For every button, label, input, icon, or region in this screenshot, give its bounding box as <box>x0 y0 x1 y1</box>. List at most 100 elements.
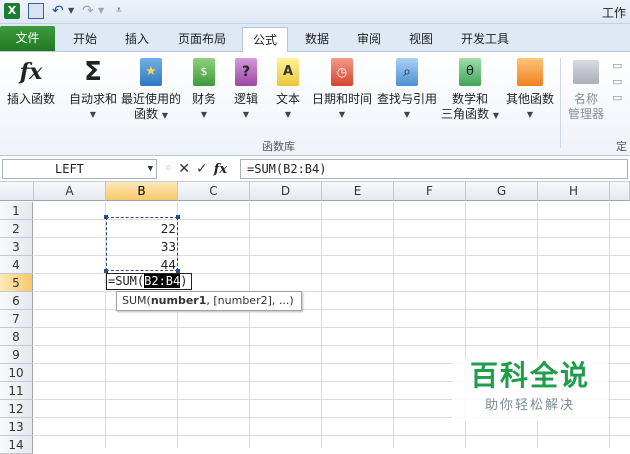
tab-developer[interactable]: 开发工具 <box>450 27 520 52</box>
lookup-reference-button[interactable]: ⌕ 查找与引用 ▼ <box>376 56 438 122</box>
column-header-partial[interactable] <box>610 182 630 201</box>
row-header-10[interactable]: 10 <box>0 364 33 382</box>
row-header-12[interactable]: 12 <box>0 400 33 418</box>
tab-file[interactable]: 文件 <box>0 26 55 51</box>
financial-button[interactable]: $ 财务 ▼ <box>186 56 222 122</box>
name-box-value: LEFT <box>55 162 84 176</box>
row-header-1[interactable]: 1 <box>0 202 33 220</box>
row-header-3[interactable]: 3 <box>0 238 33 256</box>
tab-review[interactable]: 审阅 <box>346 27 392 52</box>
date-time-button[interactable]: ◷ 日期和时间 ▼ <box>310 56 374 122</box>
tooltip-args-rest: , [number2], ...) <box>206 294 294 307</box>
text-label: 文本 <box>275 92 300 106</box>
tab-view[interactable]: 视图 <box>398 27 444 52</box>
tab-data[interactable]: 数据 <box>294 27 340 52</box>
chevron-down-icon: ▼ <box>242 110 250 119</box>
group-label-function-library: 函数库 <box>262 140 295 153</box>
watermark-title: 百科全说 <box>469 359 590 392</box>
name-manager-label-2: 管理器 <box>567 107 604 121</box>
row-header-11[interactable]: 11 <box>0 382 33 400</box>
date-time-label: 日期和时间 <box>311 92 372 106</box>
column-header-g[interactable]: G <box>466 182 538 201</box>
ribbon-formulas: fx 插入函数 Σ 自动求和 ▼ ★ 最近使用的 函数 ▼ $ 财务 ▼ ? 逻… <box>0 52 630 156</box>
define-name-icons[interactable]: ▭ ▭ ▭ <box>612 58 628 106</box>
chevron-down-icon: ▼ <box>161 111 168 120</box>
row-header-4[interactable]: 4 <box>0 256 33 274</box>
edit-prefix: =SUM( <box>108 274 145 288</box>
tab-home[interactable]: 开始 <box>62 27 108 52</box>
recent-book-icon: ★ <box>135 56 167 88</box>
more-functions-button[interactable]: 其他函数 ▼ <box>502 56 558 122</box>
row-header-7[interactable]: 7 <box>0 310 33 328</box>
column-header-d[interactable]: D <box>250 182 322 201</box>
row-header-8[interactable]: 8 <box>0 328 33 346</box>
logical-book-icon: ? <box>230 56 262 88</box>
tab-formulas[interactable]: 公式 <box>242 27 288 53</box>
autosum-button[interactable]: Σ 自动求和 ▼ <box>66 56 120 122</box>
recently-used-button[interactable]: ★ 最近使用的 函数 ▼ <box>120 56 182 123</box>
column-header-a[interactable]: A <box>34 182 106 201</box>
name-manager-button[interactable]: 名称 管理器 <box>564 56 608 122</box>
name-box[interactable]: LEFT ▼ <box>2 159 157 179</box>
select-all-corner[interactable] <box>0 182 34 201</box>
recent-label-1: 最近使用的 <box>120 92 181 106</box>
splitter-icon: ◦ <box>164 161 173 177</box>
column-header-c[interactable]: C <box>178 182 250 201</box>
group-label-defined-names: 定 <box>616 140 627 153</box>
range-handle[interactable] <box>104 215 108 219</box>
row-header-14[interactable]: 14 <box>0 436 33 454</box>
row-header-2[interactable]: 2 <box>0 220 33 238</box>
sigma-icon: Σ <box>84 56 102 87</box>
chevron-down-icon: ▼ <box>89 110 97 119</box>
formula-input[interactable]: =SUM(B2:B4) <box>240 159 628 179</box>
row-header-5[interactable]: 5 <box>0 274 33 292</box>
function-argument-tooltip: SUM(number1, [number2], ...) <box>116 291 302 311</box>
quick-access-toolbar: X ↶ ▼ ↷ ▼ ⩡ 工作 <box>0 0 630 24</box>
confirm-entry-icon[interactable]: ✓ <box>196 161 208 177</box>
logical-button[interactable]: ? 逻辑 ▼ <box>228 56 264 122</box>
excel-logo-icon: X <box>4 3 20 19</box>
chevron-down-icon[interactable]: ▼ <box>148 160 153 178</box>
formula-bar-buttons: ◦ ✕ ✓ fx <box>160 159 240 179</box>
math-trig-button[interactable]: θ 数学和 三角函数 ▼ <box>440 56 500 123</box>
chevron-down-icon: ▼ <box>200 110 208 119</box>
math-label-1: 数学和 <box>451 92 488 106</box>
window-title: 工作 <box>601 6 626 20</box>
group-separator <box>560 58 561 148</box>
name-manager-icon <box>570 56 602 88</box>
chevron-down-icon: ▼ <box>403 110 411 119</box>
financial-book-icon: $ <box>188 56 220 88</box>
cancel-entry-icon[interactable]: ✕ <box>178 161 190 177</box>
watermark: 百科全说 助你轻松解决 <box>452 358 608 422</box>
tooltip-arg-current[interactable]: number1 <box>151 294 207 307</box>
date-time-book-icon: ◷ <box>326 56 358 88</box>
edit-highlighted-range: B2:B4 <box>144 274 181 288</box>
redo-icon[interactable]: ↷ <box>82 3 98 19</box>
customize-qat-icon[interactable]: ⩡ <box>116 3 132 19</box>
cell-b5-editor[interactable]: =SUM(B2:B4) <box>106 273 192 290</box>
insert-function-icon[interactable]: fx <box>214 162 227 177</box>
column-header-b[interactable]: B <box>106 182 178 201</box>
autosum-label: 自动求和 <box>68 92 117 106</box>
redo-dropdown-icon[interactable]: ▼ <box>98 3 114 19</box>
row-header-13[interactable]: 13 <box>0 418 33 436</box>
chevron-down-icon: ▼ <box>338 110 346 119</box>
lookup-label: 查找与引用 <box>376 92 437 106</box>
recent-label-2: 函数 <box>134 107 159 121</box>
column-header-e[interactable]: E <box>322 182 394 201</box>
row-header-6[interactable]: 6 <box>0 292 33 310</box>
column-header-h[interactable]: H <box>538 182 610 201</box>
text-book-icon: A <box>272 56 304 88</box>
text-button[interactable]: A 文本 ▼ <box>270 56 306 122</box>
save-icon[interactable] <box>28 3 44 19</box>
row-header-9[interactable]: 9 <box>0 346 33 364</box>
tooltip-function: SUM( <box>122 294 151 307</box>
chevron-down-icon: ▼ <box>526 110 534 119</box>
tab-insert[interactable]: 插入 <box>114 27 160 52</box>
name-manager-label-1: 名称 <box>573 92 598 106</box>
undo-icon[interactable]: ↶ <box>52 3 68 19</box>
insert-function-button[interactable]: fx 插入函数 <box>4 56 58 107</box>
tab-page-layout[interactable]: 页面布局 <box>166 27 238 52</box>
range-handle[interactable] <box>176 215 180 219</box>
column-header-f[interactable]: F <box>394 182 466 201</box>
